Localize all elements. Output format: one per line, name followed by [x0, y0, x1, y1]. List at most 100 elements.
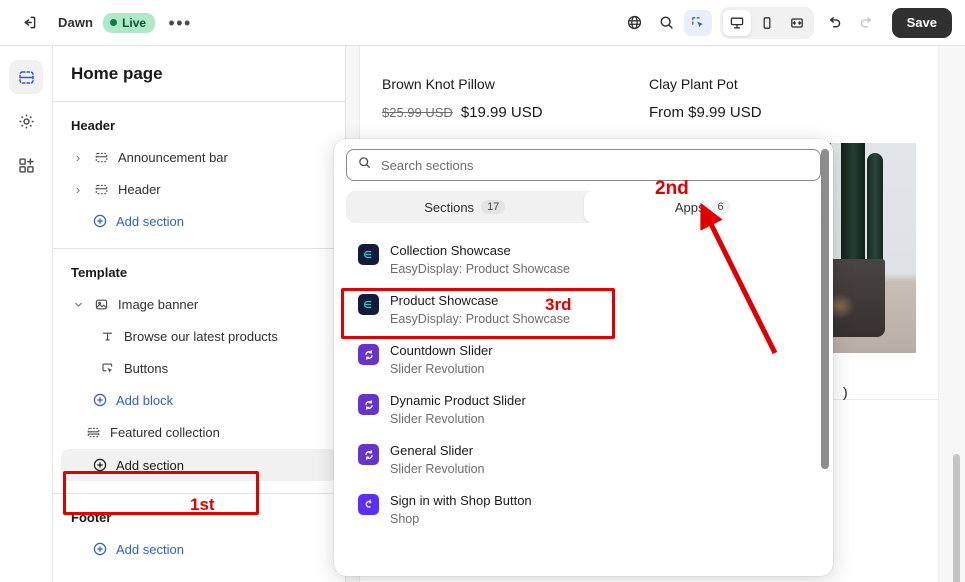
full-width-icon[interactable]: [783, 10, 811, 36]
rail-item-apps[interactable]: [9, 148, 43, 182]
sidebar-item-label: Add block: [116, 392, 174, 408]
list-item-text: Dynamic Product Slider Slider Revolution: [390, 393, 526, 427]
section-icon: [85, 424, 102, 441]
list-item-subtitle: Slider Revolution: [390, 462, 485, 476]
more-options-button[interactable]: •••: [165, 8, 195, 38]
list-item-text: Product Showcase EasyDisplay: Product Sh…: [390, 293, 570, 327]
sidebar-item-browse-our-latest-products[interactable]: Browse our latest products: [61, 321, 337, 351]
product-title: Brown Knot Pillow: [382, 76, 495, 92]
group-label-header: Header: [71, 118, 116, 133]
product-compare-price: $25.99 USD: [382, 105, 453, 120]
slider-revolution-app-icon: [358, 344, 379, 365]
add-block-button[interactable]: Add block: [61, 385, 337, 415]
list-item-title: Countdown Slider: [390, 343, 493, 358]
preview-scrollbar-right[interactable]: [953, 454, 960, 582]
sidebar-item-label: Header: [118, 181, 161, 197]
list-item-title: Collection Showcase: [390, 243, 511, 258]
page-title: Home page: [53, 46, 345, 102]
top-toolbar: Dawn Live ••• Save: [0, 0, 965, 46]
chevron-right-icon[interactable]: ›: [71, 182, 85, 197]
more-options-label: •••: [168, 12, 192, 33]
tab-apps-label: Apps: [674, 199, 705, 215]
sidebar-item-label: Add section: [116, 457, 184, 473]
sidebar-item-label: Browse our latest products: [124, 328, 278, 344]
save-button[interactable]: Save: [891, 7, 952, 38]
search-icon: [357, 155, 372, 175]
rail-item-sections[interactable]: [9, 60, 43, 94]
plus-circle-icon: [91, 541, 108, 558]
list-item-subtitle: Slider Revolution: [390, 412, 485, 426]
sections-sidebar: Home page Header › Announcement bar › He…: [53, 46, 346, 582]
sidebar-item-image-banner[interactable]: Image banner: [61, 289, 337, 319]
list-item[interactable]: Collection Showcase EasyDisplay: Product…: [348, 235, 819, 285]
sidebar-item-label: Buttons: [124, 360, 169, 376]
easydisplay-app-icon: [358, 294, 379, 315]
modal-scrollbar[interactable]: [821, 149, 829, 469]
sidebar-item-label: Announcement bar: [118, 149, 228, 165]
globe-icon[interactable]: [620, 8, 650, 38]
sidebar-group-template: Template Image banner Browse our latest …: [53, 249, 345, 494]
search-field[interactable]: [346, 149, 821, 181]
slider-revolution-app-icon: [358, 394, 379, 415]
product-current-price: $19.99 USD: [460, 104, 543, 121]
list-item-title: General Slider: [390, 443, 474, 458]
search-input[interactable]: [381, 157, 810, 173]
section-icon: [93, 181, 110, 198]
tab-apps[interactable]: Apps 6: [583, 191, 821, 223]
product-price: $25.99 USD $19.99 USD: [382, 104, 649, 121]
mobile-icon[interactable]: [753, 10, 781, 36]
list-item-product-showcase[interactable]: Product Showcase EasyDisplay: Product Sh…: [348, 285, 819, 335]
preview-text-fragment: ): [843, 384, 848, 400]
exit-icon[interactable]: [14, 8, 44, 38]
chevron-right-icon[interactable]: ›: [71, 150, 85, 165]
desktop-icon[interactable]: [722, 9, 751, 36]
redo-icon: [852, 8, 882, 38]
list-item-text: Sign in with Shop Button Shop: [390, 493, 532, 527]
list-item[interactable]: General Slider Slider Revolution: [348, 435, 819, 485]
plus-circle-icon: [91, 392, 108, 409]
inspector-icon[interactable]: [683, 9, 712, 36]
add-section-modal: Sections 17 Apps 6 Collection Sh: [334, 139, 833, 576]
toolbar-right-group: Save: [620, 6, 965, 39]
list-item-subtitle: EasyDisplay: Product Showcase: [390, 312, 570, 326]
sidebar-item-label: Featured collection: [110, 424, 220, 440]
modal-tabs: Sections 17 Apps 6: [346, 191, 821, 223]
app-section-list: Collection Showcase EasyDisplay: Product…: [346, 235, 821, 535]
list-item[interactable]: Countdown Slider Slider Revolution: [348, 335, 819, 385]
list-item-text: Collection Showcase EasyDisplay: Product…: [390, 243, 570, 277]
undo-icon[interactable]: [820, 8, 850, 38]
sidebar-item-header[interactable]: › Header: [61, 174, 337, 204]
sidebar-item-buttons[interactable]: Buttons: [61, 353, 337, 383]
list-item[interactable]: Dynamic Product Slider Slider Revolution: [348, 385, 819, 435]
list-item-title: Product Showcase: [390, 293, 499, 308]
add-section-header-button[interactable]: Add section: [61, 206, 337, 236]
store-name: Dawn: [58, 15, 94, 30]
product-current-price: From $9.99 USD: [649, 104, 762, 121]
sidebar-item-featured-collection[interactable]: Featured collection: [61, 417, 337, 447]
sidebar-item-announcement-bar[interactable]: › Announcement bar: [61, 142, 337, 172]
shop-app-icon: [358, 494, 379, 515]
theme-editor-window: Dawn Live ••• Save Home page Header › An…: [0, 0, 965, 582]
list-item[interactable]: Sign in with Shop Button Shop: [348, 485, 819, 535]
plus-circle-icon: [91, 213, 108, 230]
tab-sections-label: Sections: [424, 199, 475, 215]
easydisplay-app-icon: [358, 244, 379, 265]
add-section-footer-button[interactable]: Add section: [61, 534, 337, 564]
list-item-subtitle: Shop: [390, 512, 420, 526]
tab-sections[interactable]: Sections 17: [346, 191, 584, 223]
list-item-title: Dynamic Product Slider: [390, 393, 526, 408]
tab-sections-count: 17: [481, 200, 506, 214]
image-icon: [93, 296, 110, 313]
search-icon[interactable]: [652, 8, 682, 38]
status-badge: Live: [103, 12, 156, 33]
toolbar-left-group: Dawn Live •••: [0, 8, 195, 38]
plus-circle-icon: [91, 457, 108, 474]
add-section-template-button[interactable]: Add section: [61, 449, 337, 481]
list-item-text: Countdown Slider Slider Revolution: [390, 343, 493, 377]
group-label-template: Template: [71, 265, 128, 280]
list-item-text: General Slider Slider Revolution: [390, 443, 485, 477]
status-badge-label: Live: [122, 15, 147, 30]
rail-item-settings[interactable]: [9, 104, 43, 138]
group-label-footer: Footer: [71, 510, 112, 525]
chevron-down-icon[interactable]: [71, 299, 85, 310]
